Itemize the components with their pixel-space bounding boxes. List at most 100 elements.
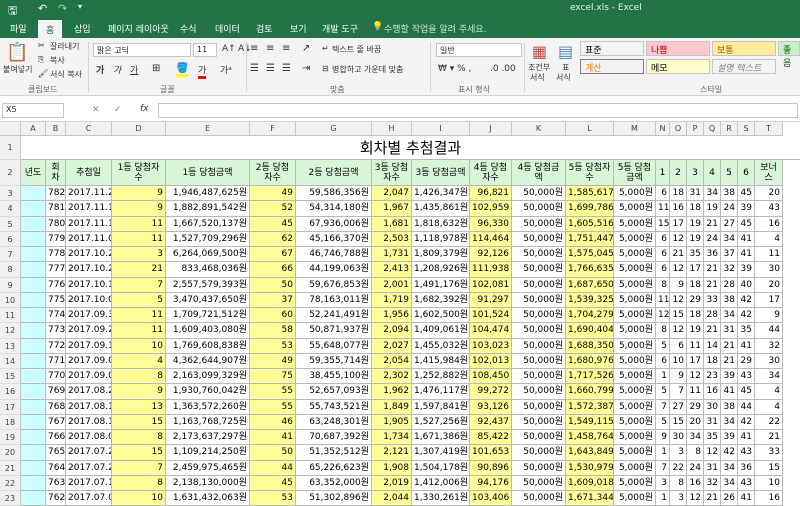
data-cell[interactable]: 24 bbox=[704, 231, 721, 247]
data-cell[interactable]: 11 bbox=[656, 292, 670, 308]
number-format-select[interactable]: 일반 bbox=[436, 43, 522, 57]
data-cell[interactable]: 21 bbox=[704, 277, 721, 293]
data-cell[interactable] bbox=[21, 201, 46, 217]
data-cell[interactable]: 1,330,261원 bbox=[412, 491, 470, 506]
data-cell[interactable]: 2017.07.29 bbox=[66, 445, 112, 461]
data-cell[interactable]: 30 bbox=[755, 262, 783, 278]
tab-developer[interactable]: 개발 도구 bbox=[322, 22, 358, 35]
column-header[interactable]: C bbox=[66, 122, 112, 136]
data-cell[interactable]: 2017.08.19 bbox=[66, 399, 112, 415]
data-cell[interactable]: 29 bbox=[687, 292, 704, 308]
data-cell[interactable]: 40 bbox=[738, 277, 755, 293]
data-cell[interactable]: 4 bbox=[112, 353, 166, 369]
data-cell[interactable]: 768 bbox=[46, 399, 66, 415]
data-cell[interactable] bbox=[21, 292, 46, 308]
data-cell[interactable]: 50,000원 bbox=[512, 475, 566, 491]
column-title-cell[interactable]: 1 bbox=[656, 160, 670, 186]
data-cell[interactable]: 18 bbox=[687, 308, 704, 324]
data-cell[interactable] bbox=[21, 186, 46, 202]
data-cell[interactable]: 21 bbox=[670, 247, 687, 263]
currency-icon[interactable]: ₩ ▾ % , bbox=[438, 64, 471, 74]
data-cell[interactable]: 41 bbox=[738, 247, 755, 263]
align-middle-icon[interactable]: ≡ bbox=[266, 43, 274, 54]
column-title-cell[interactable]: 3등 당첨자수 bbox=[372, 160, 412, 186]
column-header[interactable]: H bbox=[372, 122, 412, 136]
data-cell[interactable]: 1,409,061원 bbox=[412, 323, 470, 339]
data-cell[interactable]: 1,415,984원 bbox=[412, 353, 470, 369]
data-cell[interactable]: 43 bbox=[738, 445, 755, 461]
data-cell[interactable]: 43 bbox=[738, 475, 755, 491]
data-cell[interactable]: 15 bbox=[670, 414, 687, 430]
data-cell[interactable]: 11 bbox=[112, 231, 166, 247]
data-cell[interactable]: 41 bbox=[738, 338, 755, 354]
data-cell[interactable]: 24 bbox=[721, 201, 738, 217]
data-cell[interactable]: 31 bbox=[704, 460, 721, 476]
data-cell[interactable]: 763 bbox=[46, 475, 66, 491]
data-cell[interactable]: 13 bbox=[112, 399, 166, 415]
data-cell[interactable]: 1,527,256원 bbox=[412, 414, 470, 430]
customize-quick-access-icon[interactable]: ▾ bbox=[78, 2, 82, 11]
data-cell[interactable]: 1,363,572,260원 bbox=[166, 399, 250, 415]
data-cell[interactable]: 50,000원 bbox=[512, 353, 566, 369]
data-cell[interactable]: 3 bbox=[656, 475, 670, 491]
data-cell[interactable]: 42 bbox=[738, 292, 755, 308]
column-title-cell[interactable]: 5 bbox=[721, 160, 738, 186]
data-cell[interactable]: 6,264,069,500원 bbox=[166, 247, 250, 263]
data-cell[interactable]: 10 bbox=[755, 475, 783, 491]
data-cell[interactable]: 67,936,006원 bbox=[296, 216, 372, 232]
data-cell[interactable]: 45 bbox=[738, 186, 755, 202]
data-cell[interactable]: 50,000원 bbox=[512, 445, 566, 461]
data-cell[interactable]: 36 bbox=[704, 247, 721, 263]
data-cell[interactable]: 65,226,623원 bbox=[296, 460, 372, 476]
data-cell[interactable]: 5,000원 bbox=[614, 384, 656, 400]
row-header[interactable]: 10 bbox=[0, 292, 21, 308]
data-cell[interactable]: 60 bbox=[250, 308, 296, 324]
data-cell[interactable]: 39 bbox=[738, 262, 755, 278]
data-cell[interactable]: 5,000원 bbox=[614, 369, 656, 385]
data-cell[interactable] bbox=[21, 216, 46, 232]
data-cell[interactable]: 2,019 bbox=[372, 475, 412, 491]
data-cell[interactable]: 1,719 bbox=[372, 292, 412, 308]
data-cell[interactable]: 2017.07.15 bbox=[66, 475, 112, 491]
data-cell[interactable]: 50,000원 bbox=[512, 430, 566, 446]
data-cell[interactable]: 58 bbox=[250, 323, 296, 339]
data-cell[interactable]: 1,882,891,542원 bbox=[166, 201, 250, 217]
data-cell[interactable]: 769 bbox=[46, 384, 66, 400]
column-header[interactable]: I bbox=[412, 122, 470, 136]
data-cell[interactable]: 22 bbox=[755, 414, 783, 430]
data-cell[interactable]: 92,437 bbox=[470, 414, 512, 430]
data-cell[interactable]: 1 bbox=[656, 445, 670, 461]
data-cell[interactable]: 111,938 bbox=[470, 262, 512, 278]
data-cell[interactable]: 8 bbox=[112, 475, 166, 491]
column-header[interactable]: A bbox=[21, 122, 46, 136]
data-cell[interactable]: 3 bbox=[670, 491, 687, 506]
style-normal[interactable]: 표준 bbox=[580, 41, 644, 56]
data-cell[interactable]: 91,297 bbox=[470, 292, 512, 308]
redo-icon[interactable]: ↷ bbox=[58, 2, 67, 15]
data-cell[interactable]: 7 bbox=[112, 460, 166, 476]
column-header[interactable]: L bbox=[566, 122, 614, 136]
row-header[interactable]: 15 bbox=[0, 369, 21, 385]
data-cell[interactable]: 78,163,011원 bbox=[296, 292, 372, 308]
data-cell[interactable]: 9 bbox=[112, 384, 166, 400]
data-cell[interactable]: 9 bbox=[670, 369, 687, 385]
data-cell[interactable]: 1,731 bbox=[372, 247, 412, 263]
data-cell[interactable]: 50,000원 bbox=[512, 399, 566, 415]
data-cell[interactable]: 12 bbox=[670, 262, 687, 278]
data-cell[interactable]: 31 bbox=[704, 414, 721, 430]
data-cell[interactable]: 5,000원 bbox=[614, 216, 656, 232]
data-cell[interactable]: 2,459,975,465원 bbox=[166, 460, 250, 476]
tab-page-layout[interactable]: 페이지 레이아웃 bbox=[108, 22, 169, 35]
data-cell[interactable]: 101,653 bbox=[470, 445, 512, 461]
data-cell[interactable]: 21 bbox=[721, 338, 738, 354]
data-cell[interactable]: 34 bbox=[721, 460, 738, 476]
data-cell[interactable]: 12 bbox=[687, 369, 704, 385]
column-header[interactable]: E bbox=[166, 122, 250, 136]
data-cell[interactable]: 50,000원 bbox=[512, 186, 566, 202]
data-cell[interactable]: 2,163,099,329원 bbox=[166, 369, 250, 385]
data-cell[interactable]: 1,967 bbox=[372, 201, 412, 217]
data-cell[interactable]: 11 bbox=[112, 308, 166, 324]
data-cell[interactable]: 1,766,635 bbox=[566, 262, 614, 278]
tab-view[interactable]: 보기 bbox=[290, 22, 307, 35]
data-cell[interactable]: 31 bbox=[721, 323, 738, 339]
